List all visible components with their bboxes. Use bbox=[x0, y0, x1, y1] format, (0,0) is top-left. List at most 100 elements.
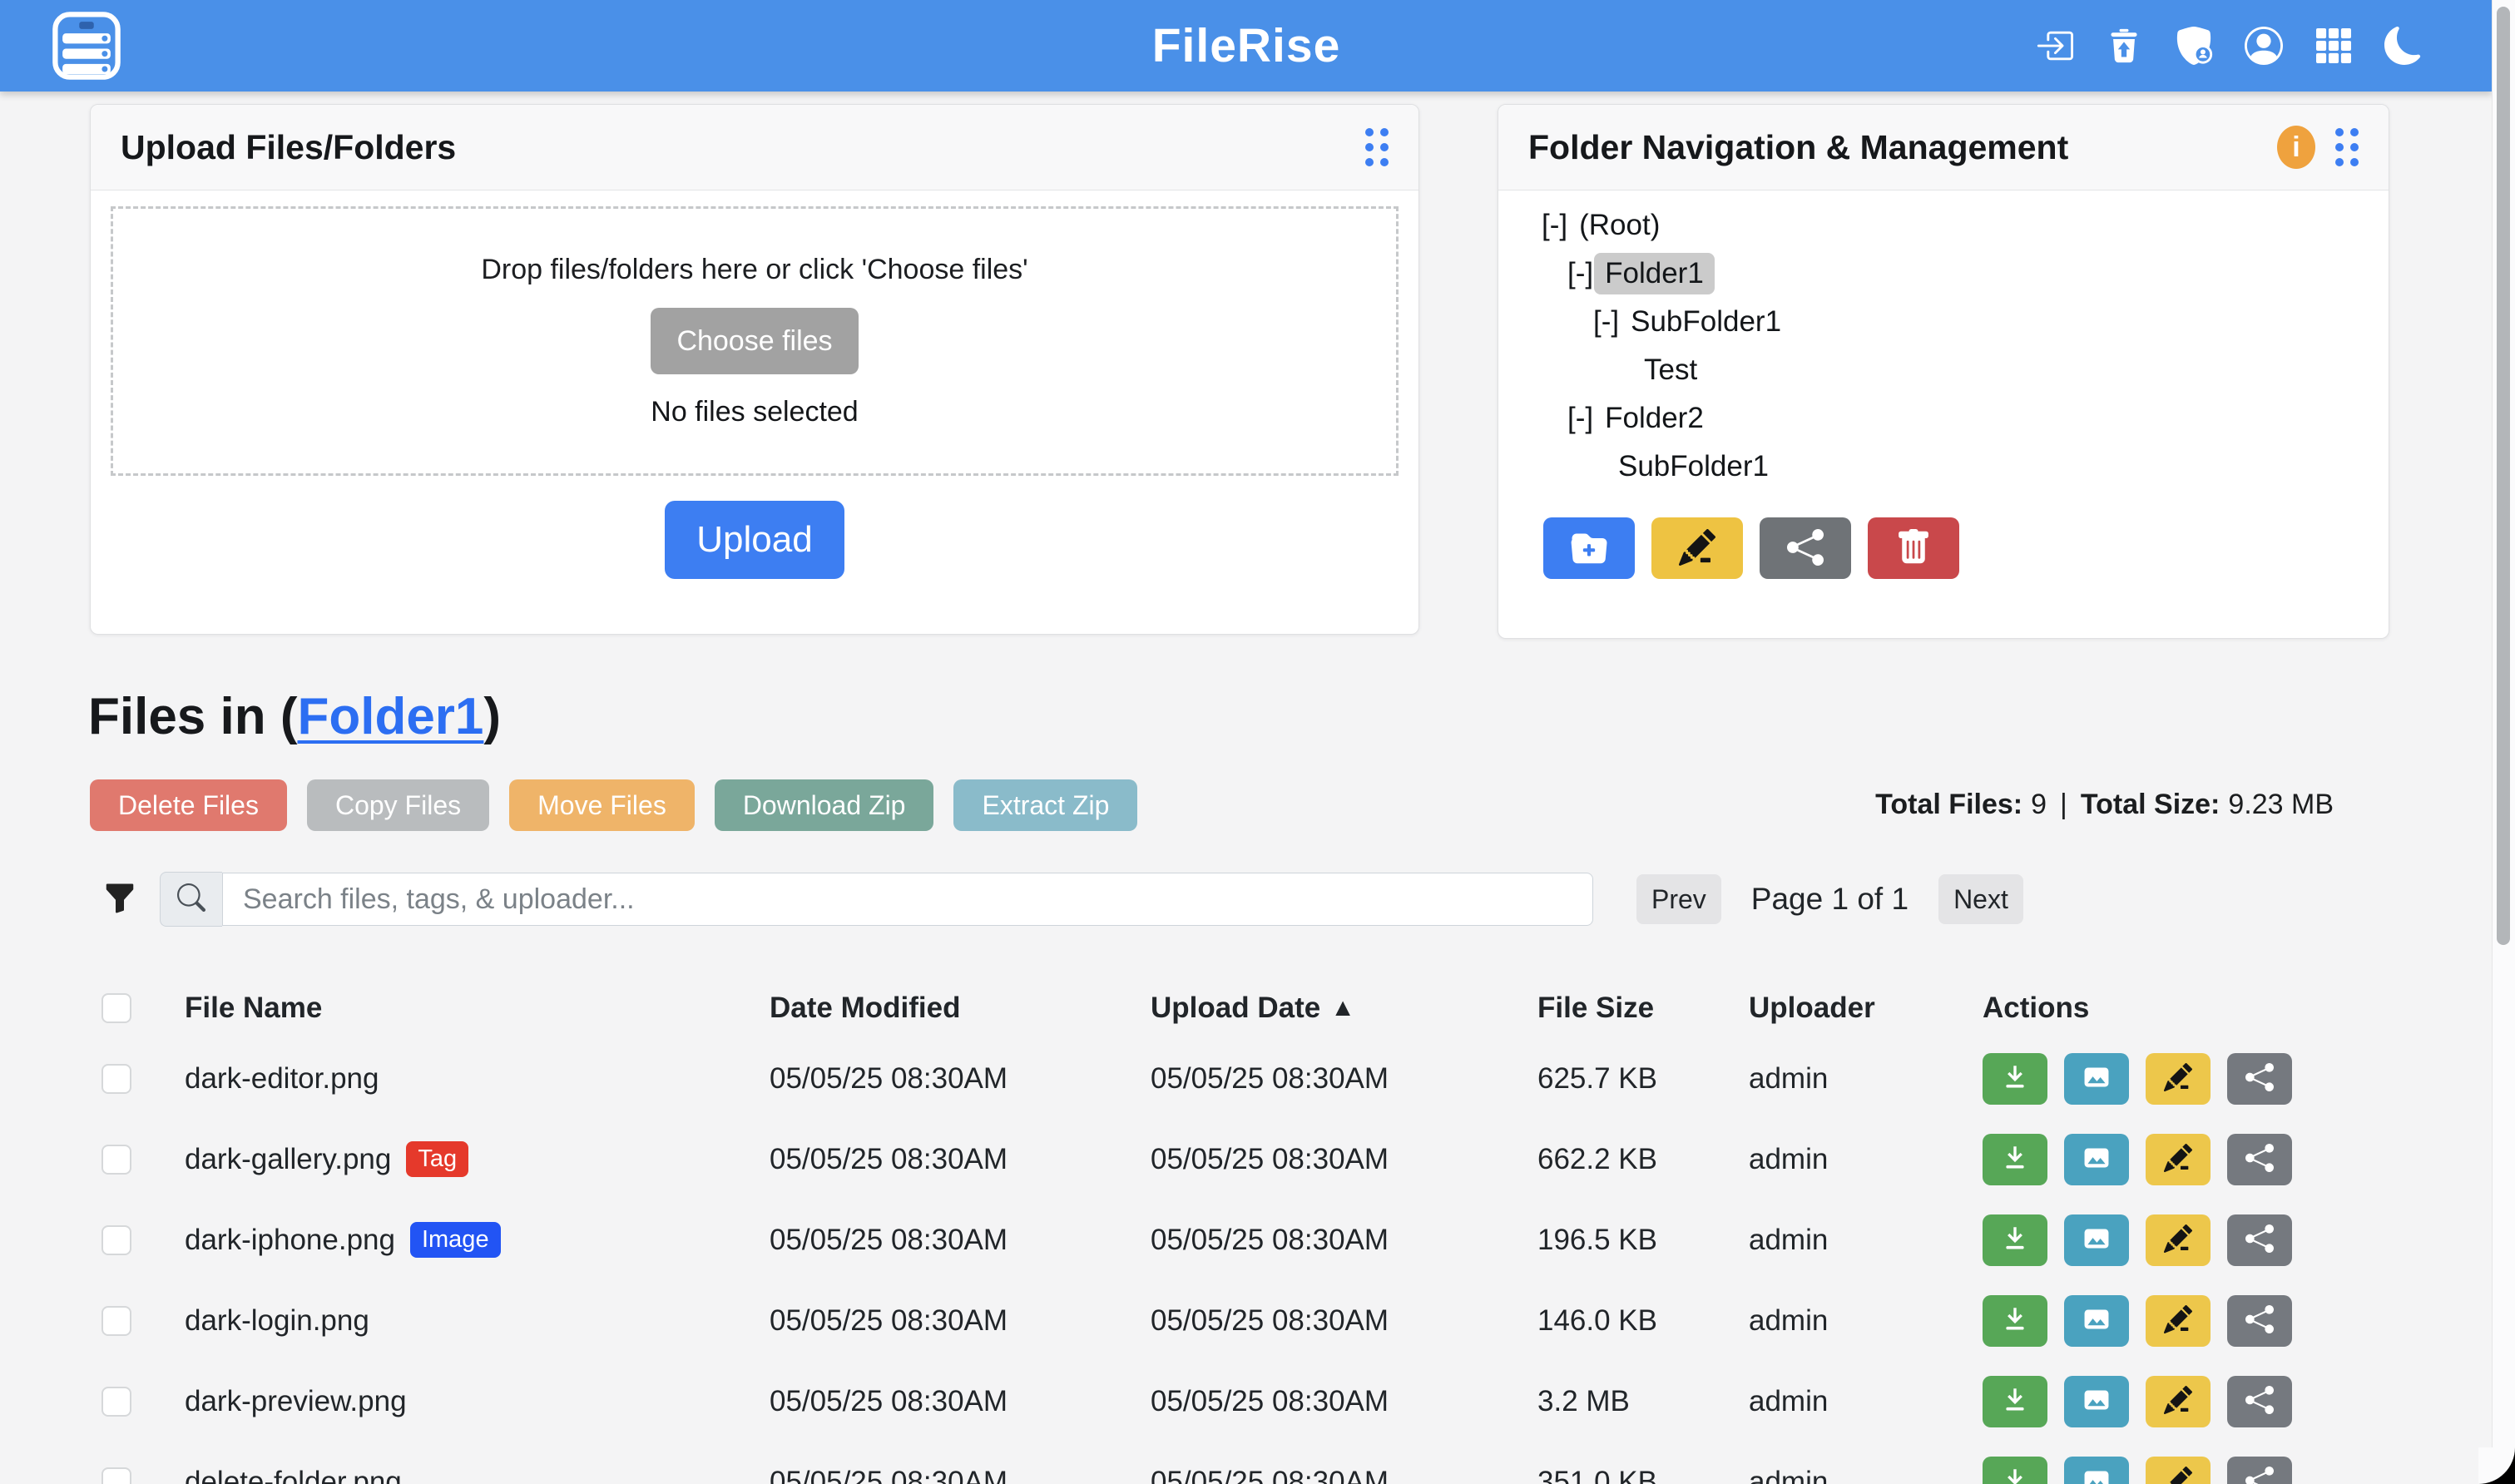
row-checkbox[interactable] bbox=[101, 1225, 131, 1255]
row-select-cell bbox=[90, 1225, 185, 1255]
edit-icon bbox=[2164, 1305, 2192, 1336]
edit-button[interactable] bbox=[2146, 1295, 2211, 1347]
upload-button[interactable]: Upload bbox=[665, 501, 844, 579]
logout-button[interactable] bbox=[2035, 27, 2073, 65]
tree-toggle[interactable]: [-] bbox=[1542, 209, 1567, 242]
table-row: dark-gallery.pngTag05/05/25 08:30AM05/05… bbox=[90, 1119, 2396, 1200]
tree-item-subfolder1[interactable]: SubFolder1 bbox=[1618, 450, 1769, 483]
table-row: dark-iphone.pngImage05/05/25 08:30AM05/0… bbox=[90, 1200, 2396, 1280]
download-button[interactable] bbox=[1983, 1295, 2047, 1347]
tree-item-folder2[interactable]: Folder2 bbox=[1605, 402, 1704, 435]
share-button[interactable] bbox=[2227, 1053, 2292, 1105]
extract-zip-button[interactable]: Extract Zip bbox=[953, 779, 1137, 831]
tree-row: Test bbox=[1498, 346, 2389, 394]
column-header-label[interactable]: Date Modified bbox=[770, 992, 960, 1025]
tree-row: [-] Folder2 bbox=[1498, 394, 2389, 443]
share-button[interactable] bbox=[2227, 1457, 2292, 1484]
download-button[interactable] bbox=[1983, 1376, 2047, 1427]
current-folder-link[interactable]: Folder1 bbox=[297, 688, 483, 745]
copy-files-button[interactable]: Copy Files bbox=[307, 779, 489, 831]
download-zip-button[interactable]: Download Zip bbox=[715, 779, 934, 831]
choose-files-button[interactable]: Choose files bbox=[651, 308, 859, 374]
download-button[interactable] bbox=[1983, 1214, 2047, 1266]
tree-toggle[interactable]: [-] bbox=[1567, 402, 1593, 435]
drag-handle-icon[interactable] bbox=[1365, 128, 1389, 166]
date-modified-cell: 05/05/25 08:30AM bbox=[770, 1062, 1151, 1096]
share-folder-button[interactable] bbox=[1760, 517, 1851, 579]
scrollbar-thumb[interactable] bbox=[2497, 7, 2510, 945]
preview-button[interactable] bbox=[2064, 1457, 2129, 1484]
row-checkbox[interactable] bbox=[101, 1387, 131, 1417]
row-actions bbox=[1983, 1214, 2292, 1266]
preview-button[interactable] bbox=[2064, 1376, 2129, 1427]
download-button[interactable] bbox=[1983, 1457, 2047, 1484]
file-name[interactable]: dark-editor.png bbox=[185, 1062, 379, 1096]
admin-panel-button[interactable] bbox=[2175, 27, 2213, 65]
tree-row: SubFolder1 bbox=[1498, 443, 2389, 491]
preview-button[interactable] bbox=[2064, 1053, 2129, 1105]
edit-button[interactable] bbox=[2146, 1053, 2211, 1105]
delete-files-button[interactable]: Delete Files bbox=[90, 779, 287, 831]
edit-button[interactable] bbox=[2146, 1376, 2211, 1427]
drag-handle-icon[interactable] bbox=[2335, 128, 2359, 166]
dark-mode-button[interactable] bbox=[2384, 27, 2423, 65]
row-checkbox[interactable] bbox=[101, 1467, 131, 1484]
prev-page-button[interactable]: Prev bbox=[1636, 874, 1721, 924]
share-button[interactable] bbox=[2227, 1214, 2292, 1266]
share-icon bbox=[2245, 1305, 2274, 1336]
file-name[interactable]: dark-gallery.png bbox=[185, 1143, 391, 1176]
column-header-label[interactable]: Upload Date bbox=[1151, 992, 1320, 1025]
edit-button[interactable] bbox=[2146, 1457, 2211, 1484]
tree-item-subfolder1[interactable]: SubFolder1 bbox=[1631, 305, 1781, 339]
row-checkbox[interactable] bbox=[101, 1064, 131, 1094]
share-button[interactable] bbox=[2227, 1295, 2292, 1347]
download-button[interactable] bbox=[1983, 1053, 2047, 1105]
restore-trash-button[interactable] bbox=[2105, 27, 2143, 65]
row-checkbox[interactable] bbox=[101, 1306, 131, 1336]
file-badge-tag: Tag bbox=[406, 1141, 468, 1177]
download-button[interactable] bbox=[1983, 1134, 2047, 1185]
share-button[interactable] bbox=[2227, 1376, 2292, 1427]
preview-button[interactable] bbox=[2064, 1295, 2129, 1347]
filter-toggle-button[interactable] bbox=[101, 880, 138, 918]
row-checkbox[interactable] bbox=[101, 1145, 131, 1175]
file-name-cell: dark-preview.png bbox=[185, 1385, 770, 1418]
column-header-label[interactable]: Uploader bbox=[1749, 992, 1875, 1025]
user-profile-button[interactable] bbox=[2245, 27, 2283, 65]
row-select-cell bbox=[90, 1064, 185, 1094]
tree-item-root[interactable]: (Root) bbox=[1579, 209, 1660, 242]
select-all-checkbox[interactable] bbox=[101, 993, 131, 1023]
info-icon[interactable] bbox=[2277, 126, 2315, 169]
tree-toggle[interactable]: [-] bbox=[1567, 257, 1593, 290]
preview-button[interactable] bbox=[2064, 1134, 2129, 1185]
file-name[interactable]: dark-login.png bbox=[185, 1304, 369, 1338]
create-folder-button[interactable] bbox=[1543, 517, 1635, 579]
share-button[interactable] bbox=[2227, 1134, 2292, 1185]
column-header-label[interactable]: File Name bbox=[185, 992, 322, 1025]
next-page-button[interactable]: Next bbox=[1938, 874, 2023, 924]
delete-folder-button[interactable] bbox=[1868, 517, 1959, 579]
tree-toggle[interactable]: [-] bbox=[1593, 305, 1619, 339]
grid-view-button[interactable] bbox=[2314, 27, 2353, 65]
app-header: FileRise bbox=[0, 0, 2493, 92]
rename-folder-button[interactable] bbox=[1651, 517, 1743, 579]
row-select-cell bbox=[90, 1145, 185, 1175]
file-name-cell: dark-editor.png bbox=[185, 1062, 770, 1096]
column-header-label[interactable]: File Size bbox=[1537, 992, 1654, 1025]
column-header-label[interactable]: Actions bbox=[1983, 992, 2089, 1025]
upload-dropzone[interactable]: Drop files/folders here or click 'Choose… bbox=[111, 206, 1399, 476]
search-input[interactable] bbox=[222, 873, 1593, 926]
share-icon bbox=[2245, 1144, 2274, 1175]
sidebar-menu-button[interactable] bbox=[52, 11, 121, 81]
file-name[interactable]: delete-folder.png bbox=[185, 1466, 402, 1484]
move-files-button[interactable]: Move Files bbox=[509, 779, 695, 831]
search-addon bbox=[160, 872, 222, 927]
tree-item-test[interactable]: Test bbox=[1644, 354, 1697, 387]
tree-item-folder1[interactable]: Folder1 bbox=[1594, 253, 1715, 294]
preview-button[interactable] bbox=[2064, 1214, 2129, 1266]
edit-button[interactable] bbox=[2146, 1214, 2211, 1266]
file-name[interactable]: dark-preview.png bbox=[185, 1385, 407, 1418]
file-name[interactable]: dark-iphone.png bbox=[185, 1224, 395, 1257]
table-row: delete-folder.png05/05/25 08:30AM05/05/2… bbox=[90, 1442, 2396, 1484]
edit-button[interactable] bbox=[2146, 1134, 2211, 1185]
